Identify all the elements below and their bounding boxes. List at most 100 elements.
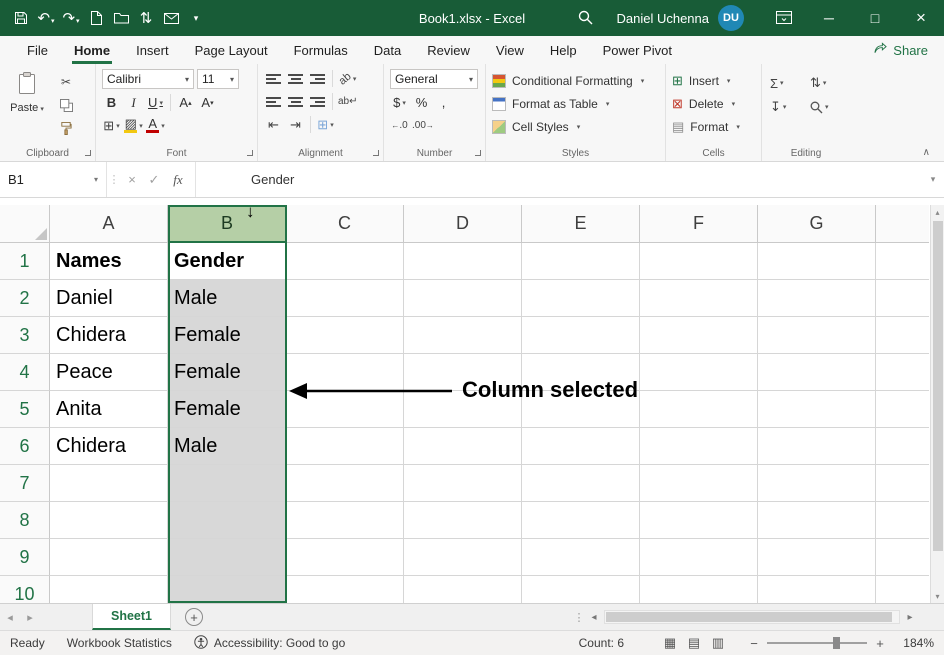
search-icon[interactable] [578,10,593,30]
cell-D9[interactable] [404,539,522,576]
cell-F1[interactable] [640,243,758,280]
align-bottom-icon[interactable] [308,69,327,88]
format-cells-button[interactable]: ▤ Format [672,115,755,138]
cell-D2[interactable] [404,280,522,317]
cell-E2[interactable] [522,280,640,317]
count-indicator[interactable]: Count: 6 [579,636,624,650]
alignment-dialog-launcher-icon[interactable] [373,150,379,156]
scroll-up-icon[interactable]: ▴ [931,205,944,219]
wrap-text-icon[interactable]: ab↵ [338,92,358,111]
tab-insert[interactable]: Insert [123,36,182,64]
underline-button[interactable]: U [146,93,165,112]
row-header-4[interactable]: 4 [0,354,50,391]
redo-icon[interactable]: ↷ [60,5,82,31]
cell-D1[interactable] [404,243,522,280]
accessibility-status[interactable]: Accessibility: Good to go [194,635,345,652]
cell-G9[interactable] [758,539,876,576]
row-header-6[interactable]: 6 [0,428,50,465]
cell-F9[interactable] [640,539,758,576]
prev-sheet-icon[interactable]: ◂ [0,611,20,624]
tab-power-pivot[interactable]: Power Pivot [590,36,685,64]
cell-B10[interactable] [168,576,286,603]
page-layout-view-icon[interactable]: ▤ [682,633,706,653]
cell-F4[interactable] [640,354,758,391]
copy-icon[interactable] [54,96,78,114]
autosum-button[interactable]: Σ [770,75,800,91]
cell-A10[interactable] [50,576,168,603]
decrease-decimal-icon[interactable]: .00 [412,116,434,135]
cell-F5[interactable] [640,391,758,428]
percent-icon[interactable]: % [412,93,431,112]
account-area[interactable]: Daniel Uchenna DU [616,0,744,36]
cell-B1[interactable]: Gender [168,243,286,280]
zoom-slider[interactable] [767,642,867,644]
expand-formula-bar-icon[interactable]: ▾ [922,162,944,197]
undo-icon[interactable]: ↶ [35,5,57,31]
align-right-icon[interactable] [308,92,327,111]
cell-C5[interactable] [286,391,404,428]
workbook-statistics-button[interactable]: Workbook Statistics [67,636,172,650]
maximize-button[interactable]: □ [852,0,898,36]
decrease-font-size-button[interactable]: A▾ [198,93,217,112]
hscroll-left-icon[interactable]: ◂ [586,612,602,623]
page-break-view-icon[interactable]: ▥ [706,633,730,653]
row-header-1[interactable]: 1 [0,243,50,280]
align-middle-icon[interactable] [286,69,305,88]
clipboard-dialog-launcher-icon[interactable] [85,150,91,156]
cell-E1[interactable] [522,243,640,280]
tab-help[interactable]: Help [537,36,590,64]
cell-B7[interactable] [168,465,286,502]
horizontal-scroll-thumb[interactable] [606,612,892,622]
cell-C9[interactable] [286,539,404,576]
column-header-G[interactable]: G [758,205,876,243]
italic-button[interactable]: I [124,93,143,112]
cell-E3[interactable] [522,317,640,354]
cell-D3[interactable] [404,317,522,354]
minimize-button[interactable]: ─ [806,0,852,36]
tab-page-layout[interactable]: Page Layout [182,36,281,64]
cell-C1[interactable] [286,243,404,280]
font-size-select[interactable]: 11▾ [197,69,239,89]
cell-A6[interactable]: Chidera [50,428,168,465]
orientation-icon[interactable]: ab [338,69,357,88]
find-select-button[interactable] [810,99,842,115]
cell-G8[interactable] [758,502,876,539]
number-dialog-launcher-icon[interactable] [475,150,481,156]
cell-B9[interactable] [168,539,286,576]
cell-C8[interactable] [286,502,404,539]
open-folder-icon[interactable] [110,5,132,31]
cell-C4[interactable] [286,354,404,391]
increase-indent-icon[interactable]: ⇥ [286,115,305,134]
cell-C10[interactable] [286,576,404,603]
cell-F10[interactable] [640,576,758,603]
cell-D7[interactable] [404,465,522,502]
insert-cells-button[interactable]: ⊞ Insert [672,69,755,92]
customize-qat-chevron-icon[interactable]: ▾ [185,5,207,31]
new-file-icon[interactable] [85,5,107,31]
share-button[interactable]: Share [874,42,928,58]
horizontal-scrollbar[interactable] [604,610,900,624]
paste-button[interactable]: Paste [6,69,48,137]
row-header-10[interactable]: 10 [0,576,50,603]
insert-function-icon[interactable]: fx [165,172,191,188]
name-box[interactable]: B1 ▾ [0,162,107,197]
fill-button[interactable]: ↧ [770,99,800,115]
cell-D10[interactable] [404,576,522,603]
increase-decimal-icon[interactable]: .0 [390,116,409,135]
cell-A8[interactable] [50,502,168,539]
cancel-icon[interactable]: × [121,172,143,187]
cell-A5[interactable]: Anita [50,391,168,428]
next-sheet-icon[interactable]: ▸ [20,611,40,624]
cell-B3[interactable]: Female [168,317,286,354]
column-header-D[interactable]: D [404,205,522,243]
name-box-chevron-icon[interactable]: ▾ [94,175,98,184]
cell-C2[interactable] [286,280,404,317]
cell-E9[interactable] [522,539,640,576]
cell-A2[interactable]: Daniel [50,280,168,317]
cell-A4[interactable]: Peace [50,354,168,391]
cell-F8[interactable] [640,502,758,539]
cell-styles-button[interactable]: Cell Styles [492,115,659,138]
cell-B8[interactable] [168,502,286,539]
tab-file[interactable]: File [14,36,61,64]
ribbon-display-options-icon[interactable] [776,11,792,29]
